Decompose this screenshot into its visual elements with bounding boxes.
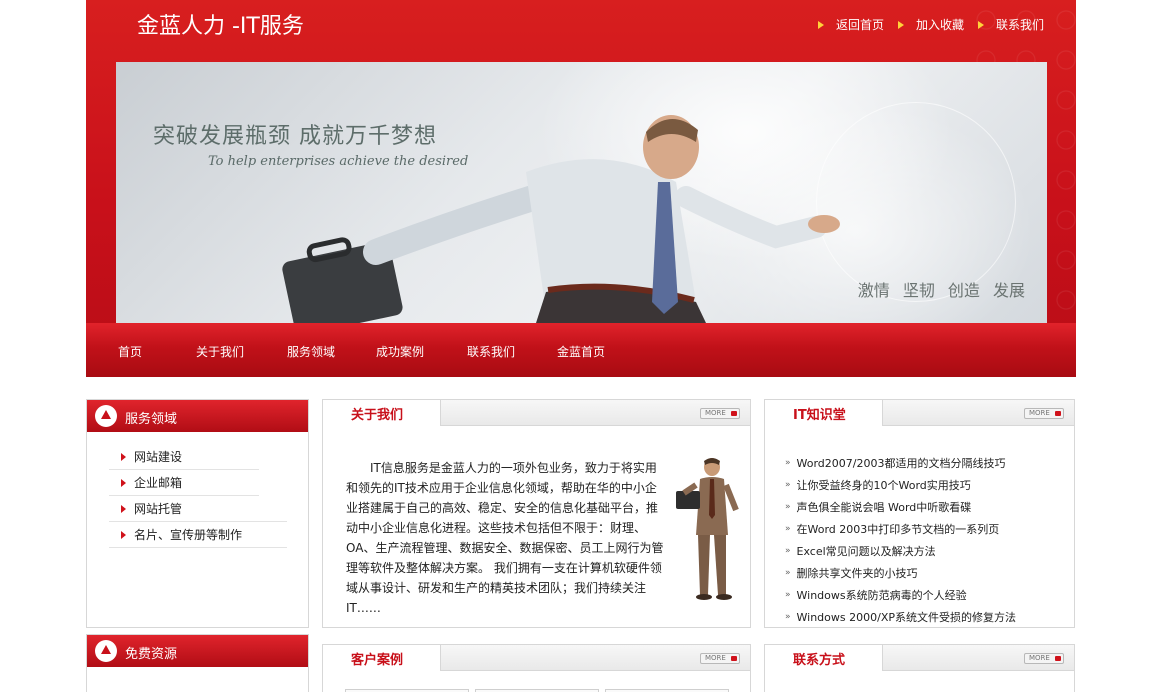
businessman-with-briefcase-image: [676, 458, 739, 600]
double-arrow-icon: »: [785, 502, 791, 512]
double-arrow-icon: »: [785, 480, 791, 490]
contact-panel-title: 联系方式: [793, 653, 846, 668]
knowledge-panel-tab: IT知识堂: [765, 400, 883, 426]
contact-panel-header: 联系方式 MORE: [765, 645, 1074, 671]
knowledge-item-label: Excel常见问题以及解决方法: [796, 545, 936, 558]
knowledge-item-label: 删除共享文件夹的小技巧: [796, 567, 918, 580]
contact-panel-tab: 联系方式: [765, 645, 883, 671]
knowledge-item[interactable]: » Windows系统防范病毒的个人经验: [785, 584, 1016, 606]
service-item-label: 名片、宣传册等制作: [134, 528, 243, 542]
banner-slogan-cn: 突破发展瓶颈 成就万千梦想: [153, 124, 437, 149]
service-item-label: 网站托管: [134, 502, 183, 516]
cases-panel: 客户案例 MORE: [322, 644, 751, 692]
service-item-email[interactable]: 企业邮箱: [109, 470, 259, 496]
knowledge-item-label: 声色俱全能说会唱 Word中听歌看碟: [796, 501, 972, 514]
knowledge-item[interactable]: » Windows 2000/XP系统文件受损的修复方法: [785, 606, 1016, 628]
arrow-icon: [121, 504, 126, 513]
top-link-contact[interactable]: 联系我们: [977, 16, 1044, 33]
cases-panel-title: 客户案例: [351, 653, 404, 668]
arrow-icon: [977, 20, 984, 29]
cases-panel-header: 客户案例 MORE: [323, 645, 750, 671]
service-item-hosting[interactable]: 网站托管: [109, 496, 287, 522]
cases-more-button[interactable]: MORE: [700, 653, 740, 664]
arrow-icon: [121, 452, 126, 461]
knowledge-item[interactable]: » 让你受益终身的10个Word实用技巧: [785, 474, 1016, 496]
services-panel-title: 服务领域: [125, 412, 178, 427]
about-panel-title: 关于我们: [351, 408, 404, 423]
knowledge-item-label: Word2007/2003都适用的文档分隔线技巧: [796, 457, 1006, 470]
contact-panel: 联系方式 MORE: [764, 644, 1075, 692]
top-links: 返回首页 加入收藏 联系我们: [804, 16, 1044, 33]
nav-services[interactable]: 服务领域: [287, 343, 335, 360]
knowledge-item-label: 让你受益终身的10个Word实用技巧: [796, 479, 971, 492]
contact-more-button[interactable]: MORE: [1024, 653, 1064, 664]
knowledge-item[interactable]: » 声色俱全能说会唱 Word中听歌看碟: [785, 496, 1016, 518]
knowledge-panel-title: IT知识堂: [793, 408, 846, 423]
knowledge-item-label: 在Word 2003中打印多节文档的一系列页: [796, 523, 1000, 536]
resources-panel-title: 免费资源: [125, 647, 178, 662]
nav-contact[interactable]: 联系我们: [467, 343, 515, 360]
service-item-print[interactable]: 名片、宣传册等制作: [109, 522, 287, 548]
double-arrow-icon: »: [785, 546, 791, 556]
resources-panel: 免费资源: [86, 634, 309, 692]
site-logo[interactable]: 金蓝人力 -IT服务: [137, 8, 304, 40]
top-link-label: 联系我们: [995, 18, 1044, 32]
arrow-icon: [121, 530, 126, 539]
knowledge-panel: IT知识堂 MORE » Word2007/2003都适用的文档分隔线技巧 » 让你…: [764, 399, 1075, 628]
services-panel: 服务领域 网站建设 企业邮箱 网站托管 名片、宣传册等制作: [86, 399, 309, 628]
nav-jinlan-home[interactable]: 金蓝首页: [557, 343, 605, 360]
house-icon: [95, 405, 117, 427]
nav-about[interactable]: 关于我们: [196, 343, 244, 360]
top-link-favorite[interactable]: 加入收藏: [897, 16, 964, 33]
top-link-label: 返回首页: [835, 18, 884, 32]
banner-slogan-en: To help enterprises achieve the desired: [208, 154, 469, 169]
knowledge-panel-header: IT知识堂 MORE: [765, 400, 1074, 426]
knowledge-item[interactable]: » Excel常见问题以及解决方法: [785, 540, 1016, 562]
double-arrow-icon: »: [785, 524, 791, 534]
arrow-icon: [817, 20, 824, 29]
knowledge-item-label: Windows 2000/XP系统文件受损的修复方法: [796, 611, 1016, 624]
knowledge-item-label: Windows系统防范病毒的个人经验: [796, 589, 967, 602]
double-arrow-icon: »: [785, 568, 791, 578]
nav-cases[interactable]: 成功案例: [376, 343, 424, 360]
banner-tagline: 激情 坚韧 创造 发展: [857, 281, 1025, 300]
arrow-icon: [121, 478, 126, 487]
about-text: IT信息服务是金蓝人力的一项外包业务，致力于将实用和领先的IT技术应用于企业信息…: [346, 461, 664, 615]
services-list: 网站建设 企业邮箱 网站托管 名片、宣传册等制作: [87, 432, 308, 548]
knowledge-item[interactable]: » 在Word 2003中打印多节文档的一系列页: [785, 518, 1016, 540]
house-icon: [95, 640, 117, 662]
service-item-website[interactable]: 网站建设: [109, 444, 259, 470]
knowledge-more-button[interactable]: MORE: [1024, 408, 1064, 419]
top-link-label: 加入收藏: [915, 18, 964, 32]
main-nav: 首页 关于我们 服务领域 成功案例 联系我们 金蓝首页: [86, 323, 1076, 377]
about-more-button[interactable]: MORE: [700, 408, 740, 419]
about-panel: 关于我们 MORE IT信息服务是金蓝人力的一项外包业务，致力于将实用和领先的I…: [322, 399, 751, 628]
double-arrow-icon: »: [785, 590, 791, 600]
site-header: 金蓝人力 -IT服务 返回首页 加入收藏 联系我们 突破发展瓶颈 成就万千梦想 …: [86, 0, 1076, 377]
double-arrow-icon: »: [785, 612, 791, 622]
knowledge-list: » Word2007/2003都适用的文档分隔线技巧 » 让你受益终身的10个Wor…: [785, 452, 1016, 628]
nav-home[interactable]: 首页: [118, 343, 142, 360]
knowledge-item[interactable]: » Word2007/2003都适用的文档分隔线技巧: [785, 452, 1016, 474]
cases-panel-tab: 客户案例: [323, 645, 441, 671]
service-item-label: 企业邮箱: [134, 476, 183, 490]
about-panel-tab: 关于我们: [323, 400, 441, 426]
resources-panel-header: 免费资源: [87, 635, 308, 667]
services-panel-header: 服务领域: [87, 400, 308, 432]
double-arrow-icon: »: [785, 458, 791, 468]
service-item-label: 网站建设: [134, 450, 183, 464]
arrow-icon: [897, 20, 904, 29]
hero-banner: 突破发展瓶颈 成就万千梦想 To help enterprises achiev…: [116, 62, 1047, 323]
knowledge-item[interactable]: » 删除共享文件夹的小技巧: [785, 562, 1016, 584]
about-panel-header: 关于我们 MORE: [323, 400, 750, 426]
top-link-home[interactable]: 返回首页: [817, 16, 884, 33]
